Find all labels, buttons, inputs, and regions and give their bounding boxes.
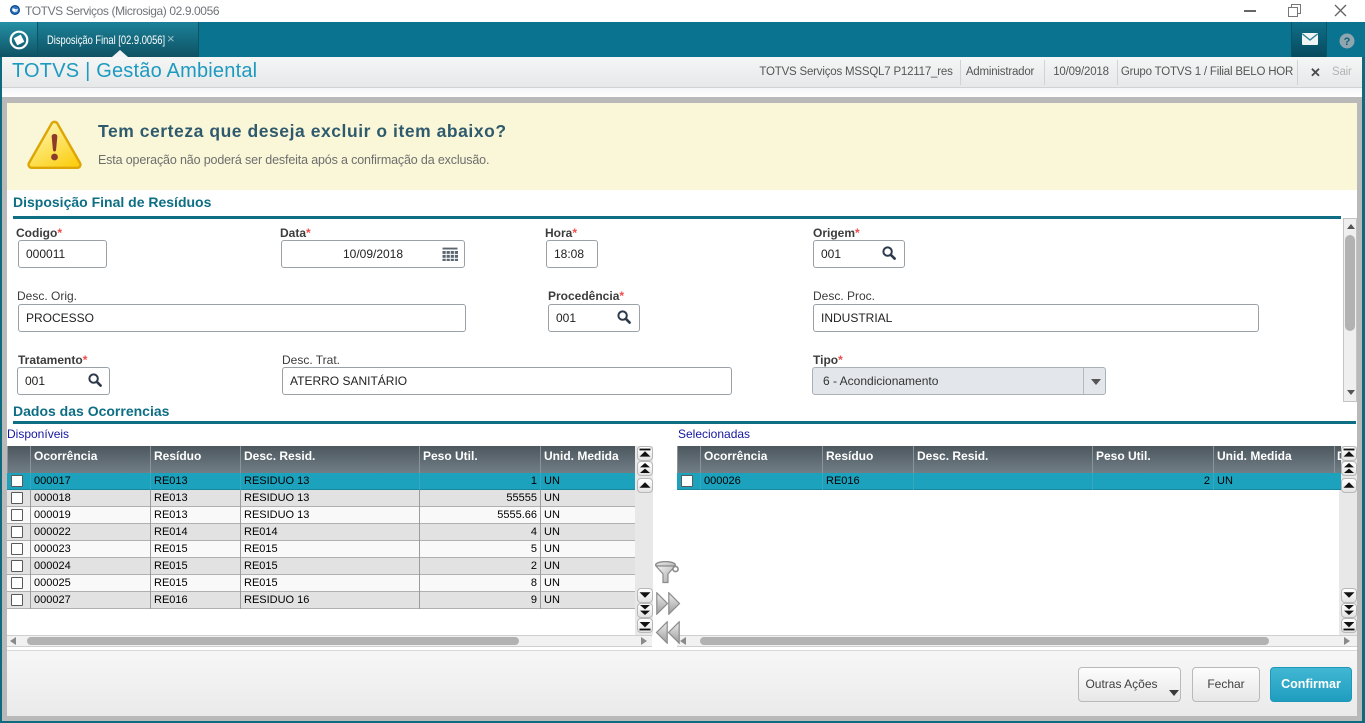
- svg-text:?: ?: [1344, 36, 1351, 48]
